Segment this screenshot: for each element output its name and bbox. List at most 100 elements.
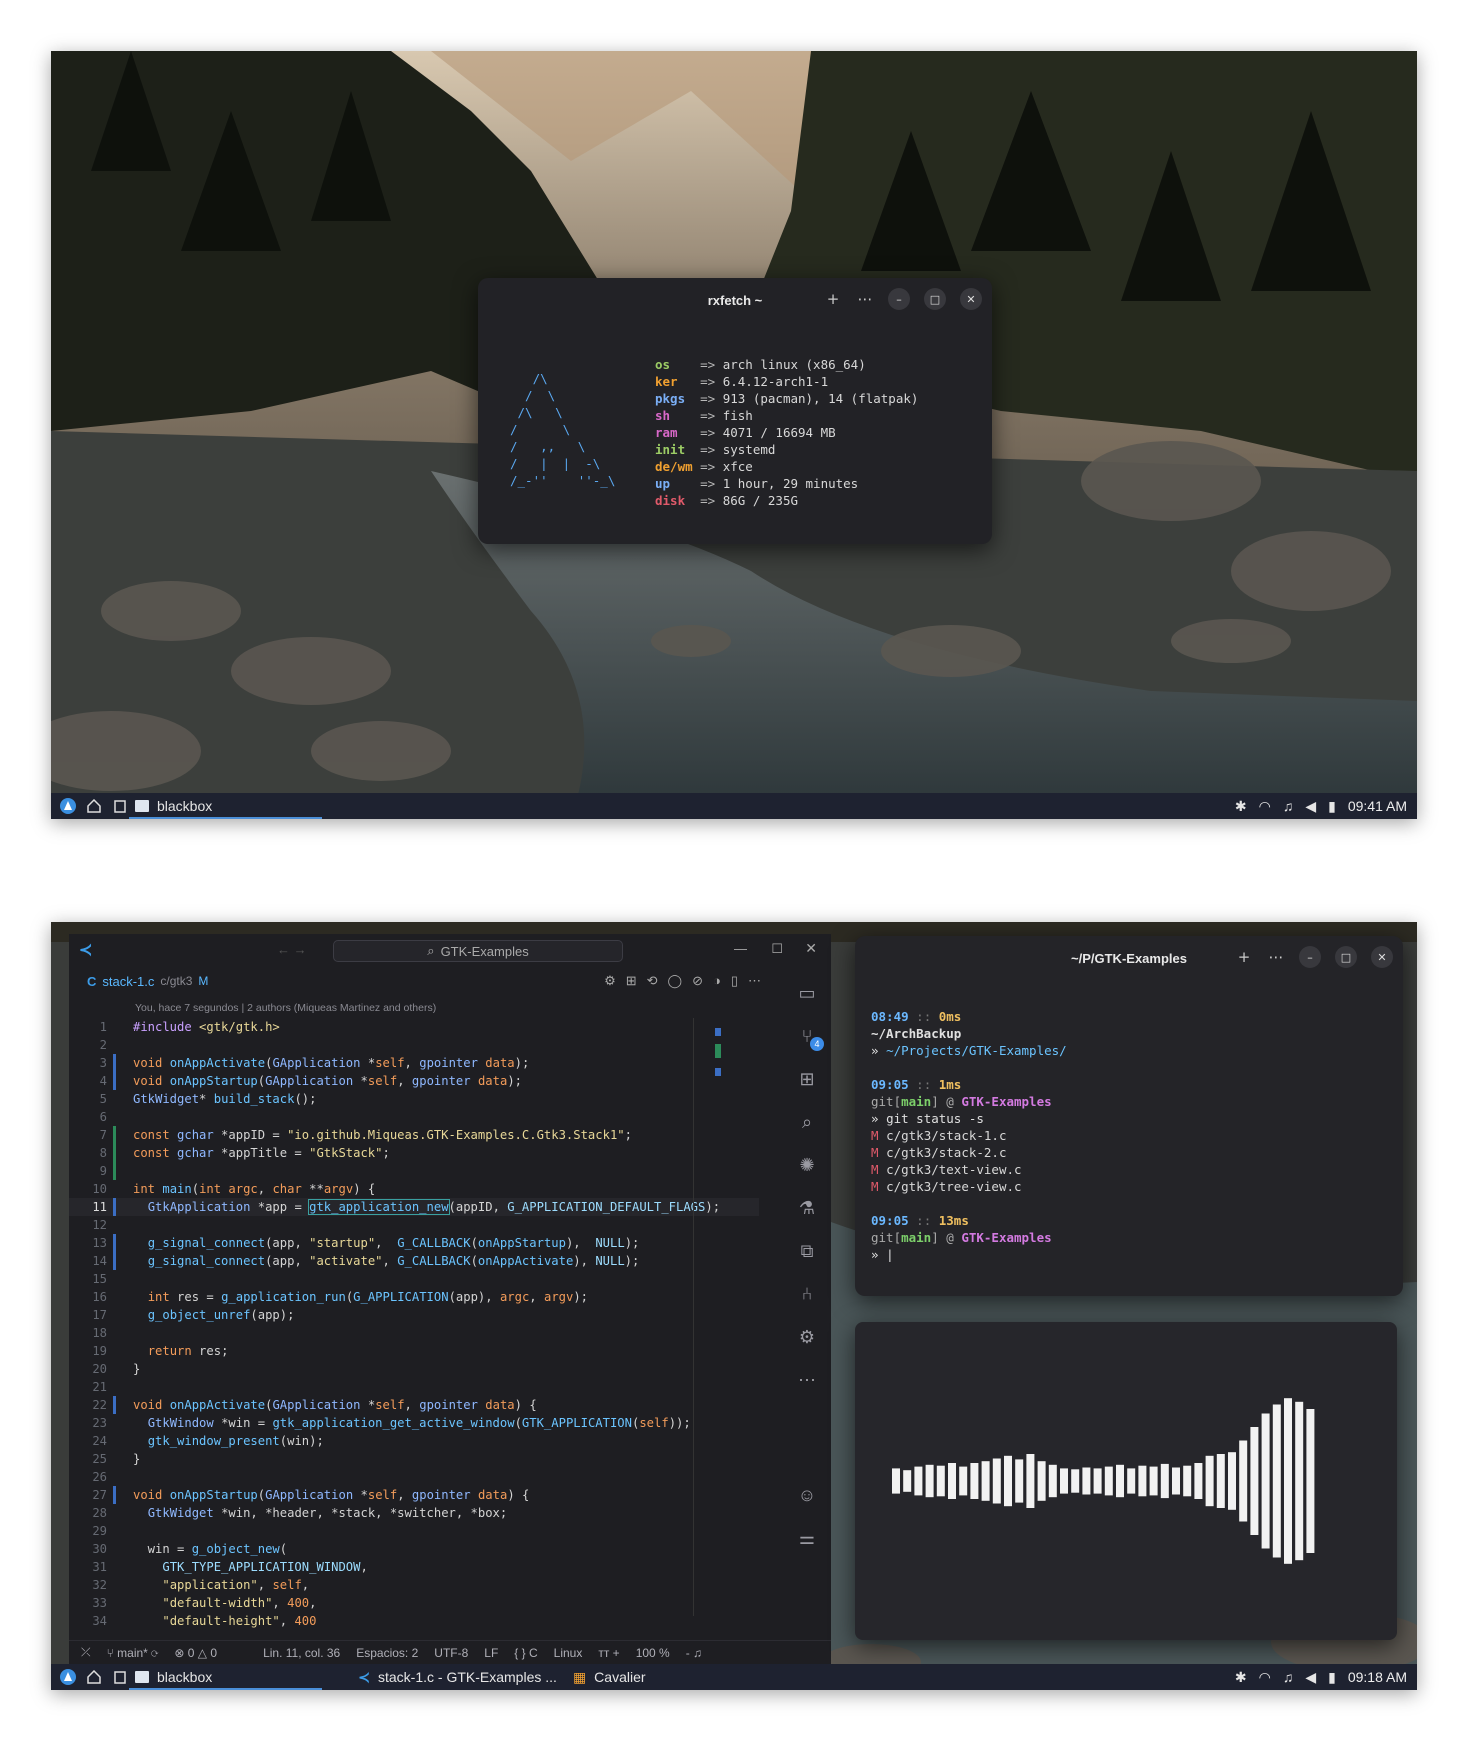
bluetooth-icon[interactable]: ✱ bbox=[1235, 1669, 1247, 1686]
battery-icon[interactable]: ▮ bbox=[1328, 798, 1336, 815]
explorer-icon[interactable]: ▭ bbox=[796, 982, 818, 1004]
os-indicator[interactable]: Linux bbox=[554, 1646, 583, 1660]
code-line[interactable]: 19 return res; bbox=[69, 1342, 759, 1360]
extensions-icon[interactable]: ⊞ bbox=[796, 1068, 818, 1090]
git-graph-icon[interactable]: ⑃ bbox=[796, 1283, 818, 1305]
close-button[interactable]: ✕ bbox=[960, 288, 982, 310]
line-ending[interactable]: LF bbox=[484, 1646, 498, 1660]
code-line[interactable]: 5 GtkWidget* build_stack(); bbox=[69, 1090, 759, 1108]
new-tab-icon[interactable]: + bbox=[1235, 948, 1253, 966]
code-line[interactable]: 21 bbox=[69, 1378, 759, 1396]
clipboard-icon[interactable] bbox=[111, 1668, 129, 1686]
code-editor-window[interactable]: ≺ ← → ⌕ GTK-Examples — ☐ ✕ C stack-1.c c… bbox=[69, 934, 831, 1664]
task-blackbox[interactable]: blackbox bbox=[129, 1664, 323, 1690]
tab-file-name[interactable]: stack-1.c bbox=[102, 974, 154, 989]
task-code[interactable]: ≺ stack-1.c - GTK-Examples ... bbox=[352, 1664, 567, 1690]
zoom-level[interactable]: 100 % bbox=[636, 1646, 670, 1660]
clock[interactable]: 09:18 AM bbox=[1348, 1669, 1407, 1685]
menu-icon[interactable]: ⋯ bbox=[856, 290, 874, 308]
task-blackbox[interactable]: blackbox bbox=[129, 793, 323, 819]
code-line[interactable]: 31 GTK_TYPE_APPLICATION_WINDOW, bbox=[69, 1558, 759, 1576]
terminal-output[interactable]: 08:49 :: 0ms ~/ArchBackup» ~/Projects/GTK… bbox=[871, 1008, 1067, 1263]
arch-menu-icon[interactable] bbox=[59, 797, 77, 815]
code-line[interactable]: 10 int main(int argc, char **argv) { bbox=[69, 1180, 759, 1198]
code-line[interactable]: 30 win = g_object_new( bbox=[69, 1540, 759, 1558]
battery-icon[interactable]: ▮ bbox=[1328, 1669, 1336, 1686]
source-control-icon[interactable]: ⑂ 4 bbox=[796, 1025, 824, 1051]
editor-actions-icon[interactable]: ⚙⊞⟲◯⊘◑▯⋯ bbox=[604, 973, 771, 989]
git-terminal-window[interactable]: ~/P/GTK-Examples + ⋯ – □ ✕ 08:49 :: 0ms ~… bbox=[855, 936, 1403, 1296]
code-line[interactable]: 12 bbox=[69, 1216, 759, 1234]
vscode-logo-icon[interactable]: ≺ bbox=[79, 940, 92, 960]
account-icon[interactable]: ☺ bbox=[796, 1484, 818, 1506]
bluetooth-icon[interactable]: ✱ bbox=[1235, 798, 1247, 815]
maximize-button[interactable]: □ bbox=[1335, 946, 1357, 968]
minimap-scrollbar[interactable] bbox=[715, 1024, 721, 1584]
code-line[interactable]: 22 void onAppActivate(GApplication *self,… bbox=[69, 1396, 759, 1414]
branch-indicator[interactable]: ⑂ main* ⟳ bbox=[107, 1646, 159, 1660]
wifi-icon[interactable]: ◠ bbox=[1259, 1669, 1271, 1686]
debug-icon[interactable]: ✺ bbox=[796, 1154, 818, 1176]
volume-icon[interactable]: ◀ bbox=[1305, 798, 1316, 815]
remote-icon[interactable]: ⤫ bbox=[81, 1645, 91, 1660]
code-line[interactable]: 4 void onAppStartup(GApplication *self, g… bbox=[69, 1072, 759, 1090]
home-icon[interactable] bbox=[85, 797, 103, 815]
more-icon[interactable]: ⋯ bbox=[796, 1369, 818, 1391]
bell-icon[interactable]: - ♫ bbox=[686, 1646, 702, 1660]
testing-icon[interactable]: ⚗ bbox=[796, 1197, 818, 1219]
code-line[interactable]: 26 bbox=[69, 1468, 759, 1486]
maximize-button[interactable]: □ bbox=[924, 288, 946, 310]
volume-icon[interactable]: ◀ bbox=[1305, 1669, 1316, 1686]
search-icon[interactable]: ⌕ bbox=[796, 1111, 818, 1133]
code-line[interactable]: 15 bbox=[69, 1270, 759, 1288]
menu-icon[interactable]: ⋯ bbox=[1267, 948, 1285, 966]
code-line[interactable]: 34 "default-height", 400 bbox=[69, 1612, 759, 1630]
code-line[interactable]: 3 void onAppActivate(GApplication *self, … bbox=[69, 1054, 759, 1072]
code-line[interactable]: 24 gtk_window_present(win); bbox=[69, 1432, 759, 1450]
home-icon[interactable] bbox=[85, 1668, 103, 1686]
cavalier-visualizer-window[interactable] bbox=[855, 1322, 1397, 1640]
code-line[interactable]: 32 "application", self, bbox=[69, 1576, 759, 1594]
bell-icon[interactable]: ♫ bbox=[1283, 1669, 1294, 1685]
font-size-icon[interactable]: ᴛᴛ + bbox=[598, 1646, 619, 1660]
task-cavalier[interactable]: ▦ Cavalier bbox=[567, 1664, 656, 1690]
close-button[interactable]: ✕ bbox=[805, 940, 817, 957]
code-line[interactable]: 9 bbox=[69, 1162, 759, 1180]
code-line[interactable]: 25} bbox=[69, 1450, 759, 1468]
code-line[interactable]: 23 GtkWindow *win = gtk_application_get_… bbox=[69, 1414, 759, 1432]
code-line[interactable]: 1 #include <gtk/gtk.h> bbox=[69, 1018, 759, 1036]
clipboard-icon[interactable] bbox=[111, 797, 129, 815]
cmake-icon[interactable]: ⚙ bbox=[796, 1326, 818, 1348]
clock[interactable]: 09:41 AM bbox=[1348, 798, 1407, 814]
indentation[interactable]: Espacios: 2 bbox=[356, 1646, 418, 1660]
rxfetch-terminal-window[interactable]: rxfetch ~ + ⋯ – □ ✕ /\ / \ /\ \ / \ / ,,… bbox=[478, 278, 992, 544]
nav-back-icon[interactable]: ← → bbox=[277, 942, 307, 957]
bell-icon[interactable]: ♫ bbox=[1283, 798, 1294, 814]
code-line[interactable]: 13 g_signal_connect(app, "startup", G_CA… bbox=[69, 1234, 759, 1252]
problems-indicator[interactable]: ⊗ 0 △ 0 bbox=[174, 1646, 217, 1660]
minimize-button[interactable]: – bbox=[888, 288, 910, 310]
code-line[interactable]: 11 GtkApplication *app = gtk_application… bbox=[69, 1198, 759, 1216]
code-line[interactable]: 17 g_object_unref(app); bbox=[69, 1306, 759, 1324]
code-line[interactable]: 29 bbox=[69, 1522, 759, 1540]
code-line[interactable]: 14 g_signal_connect(app, "activate", G_C… bbox=[69, 1252, 759, 1270]
new-tab-icon[interactable]: + bbox=[824, 290, 842, 308]
code-line[interactable]: 6 bbox=[69, 1108, 759, 1126]
command-center-search[interactable]: ⌕ GTK-Examples bbox=[333, 940, 623, 962]
cursor-position[interactable]: Lin. 11, col. 36 bbox=[263, 1646, 340, 1660]
code-line[interactable]: 16 int res = g_application_run(G_APPLICA… bbox=[69, 1288, 759, 1306]
settings-icon[interactable]: ⚌ bbox=[796, 1527, 818, 1549]
wifi-icon[interactable]: ◠ bbox=[1259, 798, 1271, 815]
code-line[interactable]: 28 GtkWidget *win, *header, *stack, *swi… bbox=[69, 1504, 759, 1522]
encoding[interactable]: UTF-8 bbox=[434, 1646, 468, 1660]
code-line[interactable]: 33 "default-width", 400, bbox=[69, 1594, 759, 1612]
close-button[interactable]: ✕ bbox=[1371, 946, 1393, 968]
minimize-button[interactable]: — bbox=[734, 941, 747, 956]
code-line[interactable]: 18 bbox=[69, 1324, 759, 1342]
code-line[interactable]: 2 bbox=[69, 1036, 759, 1054]
minimize-button[interactable]: – bbox=[1299, 946, 1321, 968]
remote-explorer-icon[interactable]: ⧉ bbox=[796, 1240, 818, 1262]
code-line[interactable]: 20} bbox=[69, 1360, 759, 1378]
code-line[interactable]: 8 const gchar *appTitle = "GtkStack"; bbox=[69, 1144, 759, 1162]
maximize-button[interactable]: ☐ bbox=[771, 941, 783, 957]
